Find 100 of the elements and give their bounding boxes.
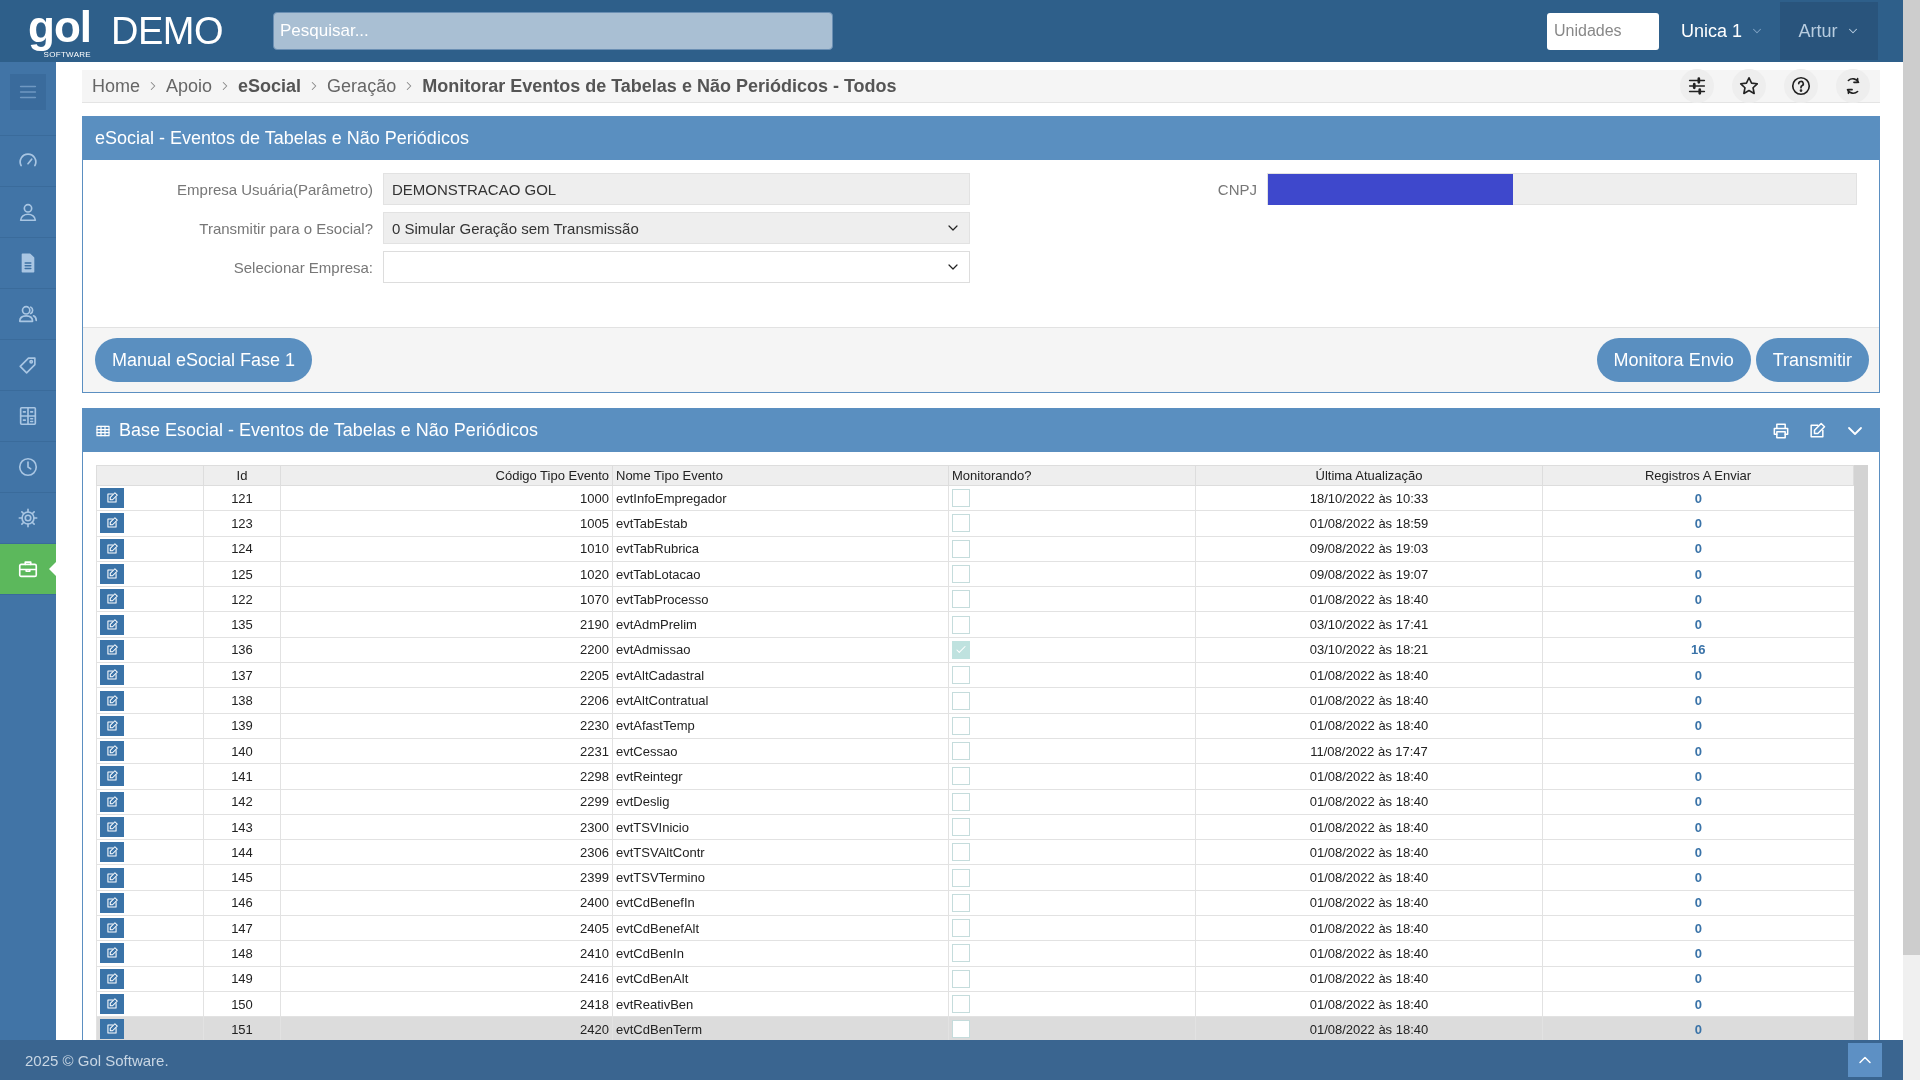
edit-button[interactable] <box>100 690 124 711</box>
checkbox[interactable] <box>952 742 970 761</box>
table-row[interactable]: 144 2306 evtTSVAltContr 01/08/2022 às 18:40 0 <box>96 839 1854 865</box>
checkbox[interactable] <box>952 969 970 988</box>
table-row[interactable]: 150 2418 evtReativBen 01/08/2022 às 18:40 0 <box>96 991 1854 1017</box>
table-cell: 2420 <box>280 1016 613 1040</box>
refresh-icon[interactable] <box>1836 69 1870 103</box>
edit-button[interactable] <box>100 639 124 660</box>
checkbox[interactable] <box>952 615 970 634</box>
checkbox[interactable] <box>952 1020 970 1039</box>
breadcrumb-link[interactable]: Geração <box>327 75 397 97</box>
table-row[interactable]: 125 1020 evtTabLotacao 09/08/2022 às 19:07 0 <box>96 561 1854 587</box>
checkbox[interactable] <box>952 818 970 836</box>
table-row[interactable]: 122 1070 evtTabProcesso 01/08/2022 às 18:40 0 <box>96 586 1854 612</box>
menu-icon <box>10 74 46 110</box>
edit-button[interactable] <box>100 1019 124 1040</box>
edit-button[interactable] <box>100 994 124 1015</box>
edit-button[interactable] <box>100 918 124 939</box>
checkbox[interactable] <box>952 843 970 862</box>
table-row[interactable]: 146 2400 evtCdBenefIn 01/08/2022 às 18:40 0 <box>96 890 1854 916</box>
table-cell: evtTabLotacao <box>612 561 949 587</box>
table-cell: evtAdmissao <box>612 637 949 663</box>
edit-button[interactable] <box>100 538 124 559</box>
edit-button[interactable] <box>100 968 124 989</box>
edit-button[interactable] <box>100 488 124 509</box>
edit-button[interactable] <box>100 842 124 863</box>
checkbox[interactable] <box>952 919 970 938</box>
checkbox[interactable] <box>952 868 970 887</box>
table-row[interactable]: 149 2416 evtCdBenAlt 01/08/2022 às 18:40 0 <box>96 966 1854 992</box>
table-row[interactable]: 139 2230 evtAfastTemp 01/08/2022 às 18:40 0 <box>96 713 1854 739</box>
table-row[interactable]: 124 1010 evtTabRubrica 09/08/2022 às 19:03 0 <box>96 536 1854 562</box>
table-row[interactable]: 151 2420 evtCdBenTerm 01/08/2022 às 18:40 0 <box>96 1016 1854 1040</box>
checkbox[interactable] <box>952 944 970 963</box>
environment-label: DEMO <box>111 9 223 53</box>
table-row[interactable]: 138 2206 evtAltContratual 01/08/2022 às 18:40 0 <box>96 687 1854 714</box>
edit-button[interactable] <box>100 766 124 787</box>
table-row[interactable]: 137 2205 evtAltCadastral 01/08/2022 às 18:40 0 <box>96 662 1854 688</box>
edit-button[interactable] <box>100 741 124 762</box>
table-row[interactable]: 145 2399 evtTSVTermino 01/08/2022 às 18:40 0 <box>96 864 1854 891</box>
table-row[interactable]: 142 2299 evtDeslig 01/08/2022 às 18:40 0 <box>96 789 1854 815</box>
table-row[interactable]: 135 2190 evtAdmPrelim 03/10/2022 às 17:41 0 <box>96 612 1854 638</box>
checkbox[interactable] <box>952 539 970 558</box>
unit-menu[interactable]: Unica 1 <box>1670 0 1774 62</box>
sliders-icon[interactable] <box>1680 69 1714 103</box>
table-cell: 123 <box>203 510 281 537</box>
edit-button[interactable] <box>100 614 124 635</box>
user-menu[interactable]: Artur <box>1780 2 1878 60</box>
checkbox[interactable] <box>952 489 970 508</box>
checkbox[interactable] <box>952 640 970 659</box>
edit-button[interactable] <box>100 892 124 913</box>
table-row[interactable]: 143 2300 evtTSVInicio 01/08/2022 às 18:40 0 <box>96 814 1854 840</box>
select-field[interactable]: 0 Simular Geração sem Transmissão <box>383 212 970 244</box>
column-header: Id <box>203 465 281 486</box>
edit-button[interactable] <box>100 665 124 686</box>
breadcrumb-link[interactable]: eSocial <box>238 75 302 97</box>
sidebar-item[interactable] <box>0 544 56 595</box>
checkbox[interactable] <box>952 716 970 735</box>
checkbox[interactable] <box>952 565 970 584</box>
table-cell: 2206 <box>280 687 613 714</box>
help-icon[interactable] <box>1784 69 1818 103</box>
panel-title: Base Esocial - Eventos de Tabelas e Não Periódicos <box>119 420 538 441</box>
scrollbar-thumb[interactable] <box>1903 0 1920 955</box>
breadcrumb-link[interactable]: Monitorar Eventos de Tabelas e Não Periódicos - Todos <box>422 75 897 97</box>
breadcrumb-link[interactable]: Apoio <box>166 75 213 97</box>
table-cell: 124 <box>203 536 281 562</box>
search-field[interactable]: Pesquisar... <box>273 12 833 50</box>
table-cell: 0 <box>1542 738 1854 764</box>
edit-button[interactable] <box>100 943 124 964</box>
table-cell: evtTabEstab <box>612 510 949 537</box>
edit-button[interactable] <box>100 513 124 534</box>
checkbox[interactable] <box>952 995 970 1014</box>
table-row[interactable]: 148 2410 evtCdBenIn 01/08/2022 às 18:40 0 <box>96 940 1854 967</box>
units-field[interactable]: Unidades <box>1546 12 1659 50</box>
checkbox[interactable] <box>952 666 970 685</box>
edit-icon[interactable] <box>1807 420 1827 441</box>
edit-button[interactable] <box>100 817 124 837</box>
edit-button[interactable] <box>100 867 124 888</box>
checkbox[interactable] <box>952 691 970 710</box>
table-row[interactable]: 121 1000 evtInfoEmpregador 18/10/2022 às 10:33 0 <box>96 485 1854 511</box>
table-row[interactable]: 141 2298 evtReintegr 01/08/2022 às 18:40 0 <box>96 763 1854 790</box>
checkbox[interactable] <box>952 792 970 811</box>
checkbox[interactable] <box>952 767 970 786</box>
checkbox[interactable] <box>952 893 970 912</box>
field-label: Selecionar Empresa: <box>232 258 374 276</box>
checkbox[interactable] <box>952 514 970 533</box>
table-row[interactable]: 147 2405 evtCdBenefAlt 01/08/2022 às 18:40 0 <box>96 915 1854 941</box>
table-cell: evtInfoEmpregador <box>612 485 949 511</box>
edit-button[interactable] <box>100 564 124 585</box>
edit-button[interactable] <box>100 715 124 736</box>
edit-icon <box>105 997 119 1012</box>
edit-button[interactable] <box>100 791 124 812</box>
breadcrumb-link[interactable]: Home <box>92 75 140 97</box>
checkbox[interactable] <box>952 590 970 609</box>
table-row[interactable]: 123 1005 evtTabEstab 01/08/2022 às 18:59 0 <box>96 510 1854 537</box>
table-cell: 0 <box>1542 713 1854 739</box>
select-field[interactable] <box>383 251 970 283</box>
table-row[interactable]: 140 2231 evtCessao 11/08/2022 às 17:47 0 <box>96 738 1854 764</box>
table-cell: 01/08/2022 às 18:59 <box>1195 510 1543 537</box>
edit-button[interactable] <box>100 589 124 610</box>
table-row[interactable]: 136 2200 evtAdmissao 03/10/2022 às 18:21 16 <box>96 637 1854 663</box>
